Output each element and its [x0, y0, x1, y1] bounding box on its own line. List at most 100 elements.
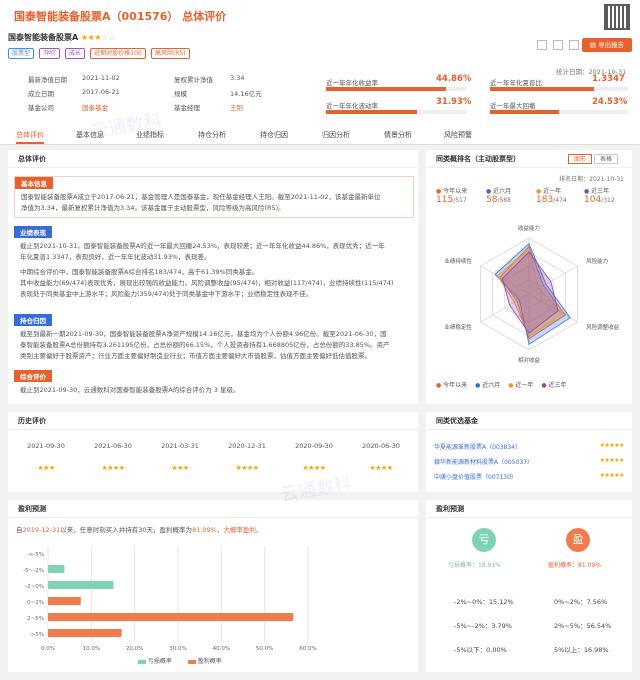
similar-item-2-stars: ★★★★★: [599, 457, 625, 464]
toggle-table[interactable]: 表格: [594, 154, 618, 164]
bar-gain[interactable]: [48, 613, 294, 621]
overall-card: 总体评价 基本信息 国泰智能装备股票A成立于2017-06-21，基金管理人是国…: [8, 150, 418, 404]
radar-axis-label: 风险能力: [586, 257, 608, 265]
rank-row: ● 今年以来 115/517 ● 近六月 58/588 ● 近一年 183/47…: [430, 186, 628, 210]
hold-line-1: 截至到最新一期2021-09-30，国泰智能装备股票A净资产规模14.16亿元，…: [20, 330, 387, 338]
toggle-chart[interactable]: 图形: [568, 154, 592, 164]
info-value-nav: 3.34: [230, 74, 245, 82]
history-date: 2020-09-30: [295, 442, 333, 450]
history-stars: ★★★★: [369, 464, 393, 472]
history-list: 2021-09-30 ★★★ 2021-06-30 ★★★★ 2021-03-31 ★★★…: [8, 442, 418, 482]
info-value-manager[interactable]: 王阳: [230, 102, 243, 112]
profit-desc: 自2019-12-31以来，任意时刻买入并持有30天，盈利概率为81.09%，大…: [16, 526, 263, 534]
legend-loss[interactable]: 亏损概率: [138, 658, 172, 665]
radar-axis-label: 收益能力: [518, 224, 540, 232]
similar-item-3-name[interactable]: 中庚小盘价值股票（007130）: [434, 474, 517, 481]
rank-6m-label: ● 近六月: [486, 188, 512, 195]
similar-item-2-name[interactable]: 银华新能源新材料股票A（005037）: [434, 459, 533, 466]
x-tick-label: 40.0%: [213, 646, 230, 652]
export-button[interactable]: ▤ 导出报告: [582, 38, 632, 52]
history-stars: ★★★: [171, 464, 189, 472]
tab-attribution[interactable]: 归因分析: [322, 130, 350, 140]
legend-1y[interactable]: ● 近一年: [508, 382, 533, 389]
history-item: 2021-09-30 ★★★: [12, 442, 80, 472]
legend-ytd[interactable]: ● 今年以来: [436, 382, 467, 389]
section-composite-head: 综合评价: [14, 370, 52, 382]
metric-value-drawdown: 24.53%: [592, 97, 628, 107]
export-label: 导出报告: [598, 41, 625, 49]
x-tick-label: 30.0%: [169, 646, 186, 652]
radar-legend: ● 今年以来 ● 近六月 ● 近一年 ● 近三年: [436, 380, 626, 389]
y-tick-label: 0~2%: [27, 600, 44, 606]
overall-title: 总体评价: [8, 150, 418, 168]
similar-card: 同类优选基金 华夏能源革新股票A（003834） ★★★★★ 银华新能源新材料股…: [426, 412, 632, 492]
tab-holding-attribution[interactable]: 持仓归因: [260, 130, 288, 140]
bar-gain[interactable]: [48, 597, 81, 605]
toolbar-icon-3[interactable]: [569, 40, 579, 50]
tab-risk-alert[interactable]: 风险预警: [444, 130, 472, 140]
history-item: 2020-12-31 ★★★★: [213, 442, 281, 472]
similar-item-3[interactable]: 中庚小盘价值股票（007130） ★★★★★: [434, 472, 625, 481]
tab-overall[interactable]: 总体评价: [16, 130, 44, 144]
fund-name: 国泰智能装备股票A ★★★☆☆: [8, 33, 116, 42]
rank-1y: ● 近一年 183/474: [536, 186, 582, 205]
page-title: 国泰智能装备股票A（001576） 总体评价: [14, 10, 227, 23]
y-tick-label: -5~-2%: [23, 568, 44, 574]
metric-bar-vol: [326, 110, 466, 114]
rank-3y-value: 104/312: [584, 195, 615, 205]
history-date: 2020-12-31: [228, 442, 266, 450]
bar-loss[interactable]: [48, 565, 65, 573]
similar-item-2[interactable]: 银华新能源新材料股票A（005037） ★★★★★: [434, 457, 625, 466]
metric-bar-return: [326, 87, 466, 91]
bar-gain[interactable]: [48, 629, 122, 637]
radar-axis-label: 相对收益: [518, 356, 541, 364]
section-holding-body: 截至到最新一期2021-09-30，国泰智能装备股票A净资产规模14.16亿元，…: [14, 326, 414, 365]
rank-6m-value: 58/588: [486, 195, 511, 205]
metric-label-return: 近一年年化收益率: [326, 79, 378, 87]
qr-code-icon: [604, 4, 630, 30]
toolbar-icon-2[interactable]: [553, 40, 563, 50]
tag-style: 成长: [65, 48, 86, 59]
legend-gain[interactable]: 盈利概率: [187, 658, 222, 665]
radar-axis-label: 业绩持续性: [444, 257, 472, 265]
perf-line-3: 中期综合评价中，国泰智能装备股票A综合排名183/474，高于61.39%同类基…: [20, 268, 259, 276]
info-key-date: 最新净值日期: [28, 76, 67, 84]
metric-label-vol: 近一年年化波动率: [326, 102, 378, 110]
metric-bar-drawdown-fill: [490, 110, 559, 114]
info-value-scale: 14.16亿元: [230, 90, 262, 98]
y-tick-label: -2~0%: [25, 584, 44, 590]
bar-loss[interactable]: [48, 581, 114, 589]
similar-item-1-name[interactable]: 华夏能源革新股票A（003834）: [434, 444, 521, 451]
fund-name-text: 国泰智能装备股票A: [8, 33, 79, 42]
info-value-date: 2021-11-02: [82, 74, 120, 82]
rank-1y-value: 183/474: [536, 195, 567, 205]
history-stars: ★★★★: [101, 464, 125, 472]
legend-6m[interactable]: ● 近六月: [475, 382, 500, 389]
info-value-company[interactable]: 国泰基金: [82, 102, 108, 112]
x-tick-label: 0.0%: [41, 646, 55, 652]
section-basic-body: 国泰智能装备股票A成立于2017-06-21，基金管理人是国泰基金，现任基金经理…: [15, 189, 413, 217]
peer-card: 同类概排名（主动股票型） 图形 表格 排名日期：2021-10-31 ● 今年以…: [426, 150, 632, 404]
metric-bar-drawdown: [490, 110, 628, 114]
metric-bar-return-fill: [326, 87, 447, 91]
metric-bar-sharpe: [490, 87, 628, 91]
basic-line-2: 净值为3.34，最新复权累计净值为3.34。该基金属于主动股票型，风险等级为高风…: [21, 204, 285, 212]
composite-line-1: 截止到2021-09-30，云通数科对国泰智能装备股票A的综合评价为 3 星级。: [20, 386, 240, 394]
similar-item-1-stars: ★★★★★: [599, 442, 625, 449]
history-date: 2020-06-30: [362, 442, 400, 450]
prob-title: 盈利预测: [426, 500, 632, 518]
similar-item-1[interactable]: 华夏能源革新股票A（003834） ★★★★★: [434, 442, 625, 451]
metric-value-vol: 31.93%: [436, 97, 472, 107]
prob-card: 盈利预测 亏 盈 亏损概率：18.91% 盈利概率：81.09% -2%~0%：…: [426, 500, 632, 672]
toolbar-icon-1[interactable]: [537, 40, 547, 50]
prob-row-2: -5%~-2%：3.79% 2%~5%：56.54%: [454, 622, 612, 630]
history-item: 2020-09-30 ★★★★: [280, 442, 348, 472]
perf-line-4: 其中收益能力(69/474)表现优秀，展现出较强的收益能力，风险调整收益(95/…: [20, 279, 394, 287]
rank-ytd-value: 115/517: [436, 195, 467, 205]
section-performance-head: 业绩表现: [14, 226, 52, 238]
tag-price: 近期对股价格100: [90, 48, 146, 59]
tab-scenario[interactable]: 情景分析: [384, 130, 412, 140]
legend-3y[interactable]: ● 近三年: [541, 382, 566, 389]
radar-axis-label: 风险调整收益: [586, 323, 620, 331]
tab-holdings[interactable]: 持仓分析: [198, 130, 226, 140]
